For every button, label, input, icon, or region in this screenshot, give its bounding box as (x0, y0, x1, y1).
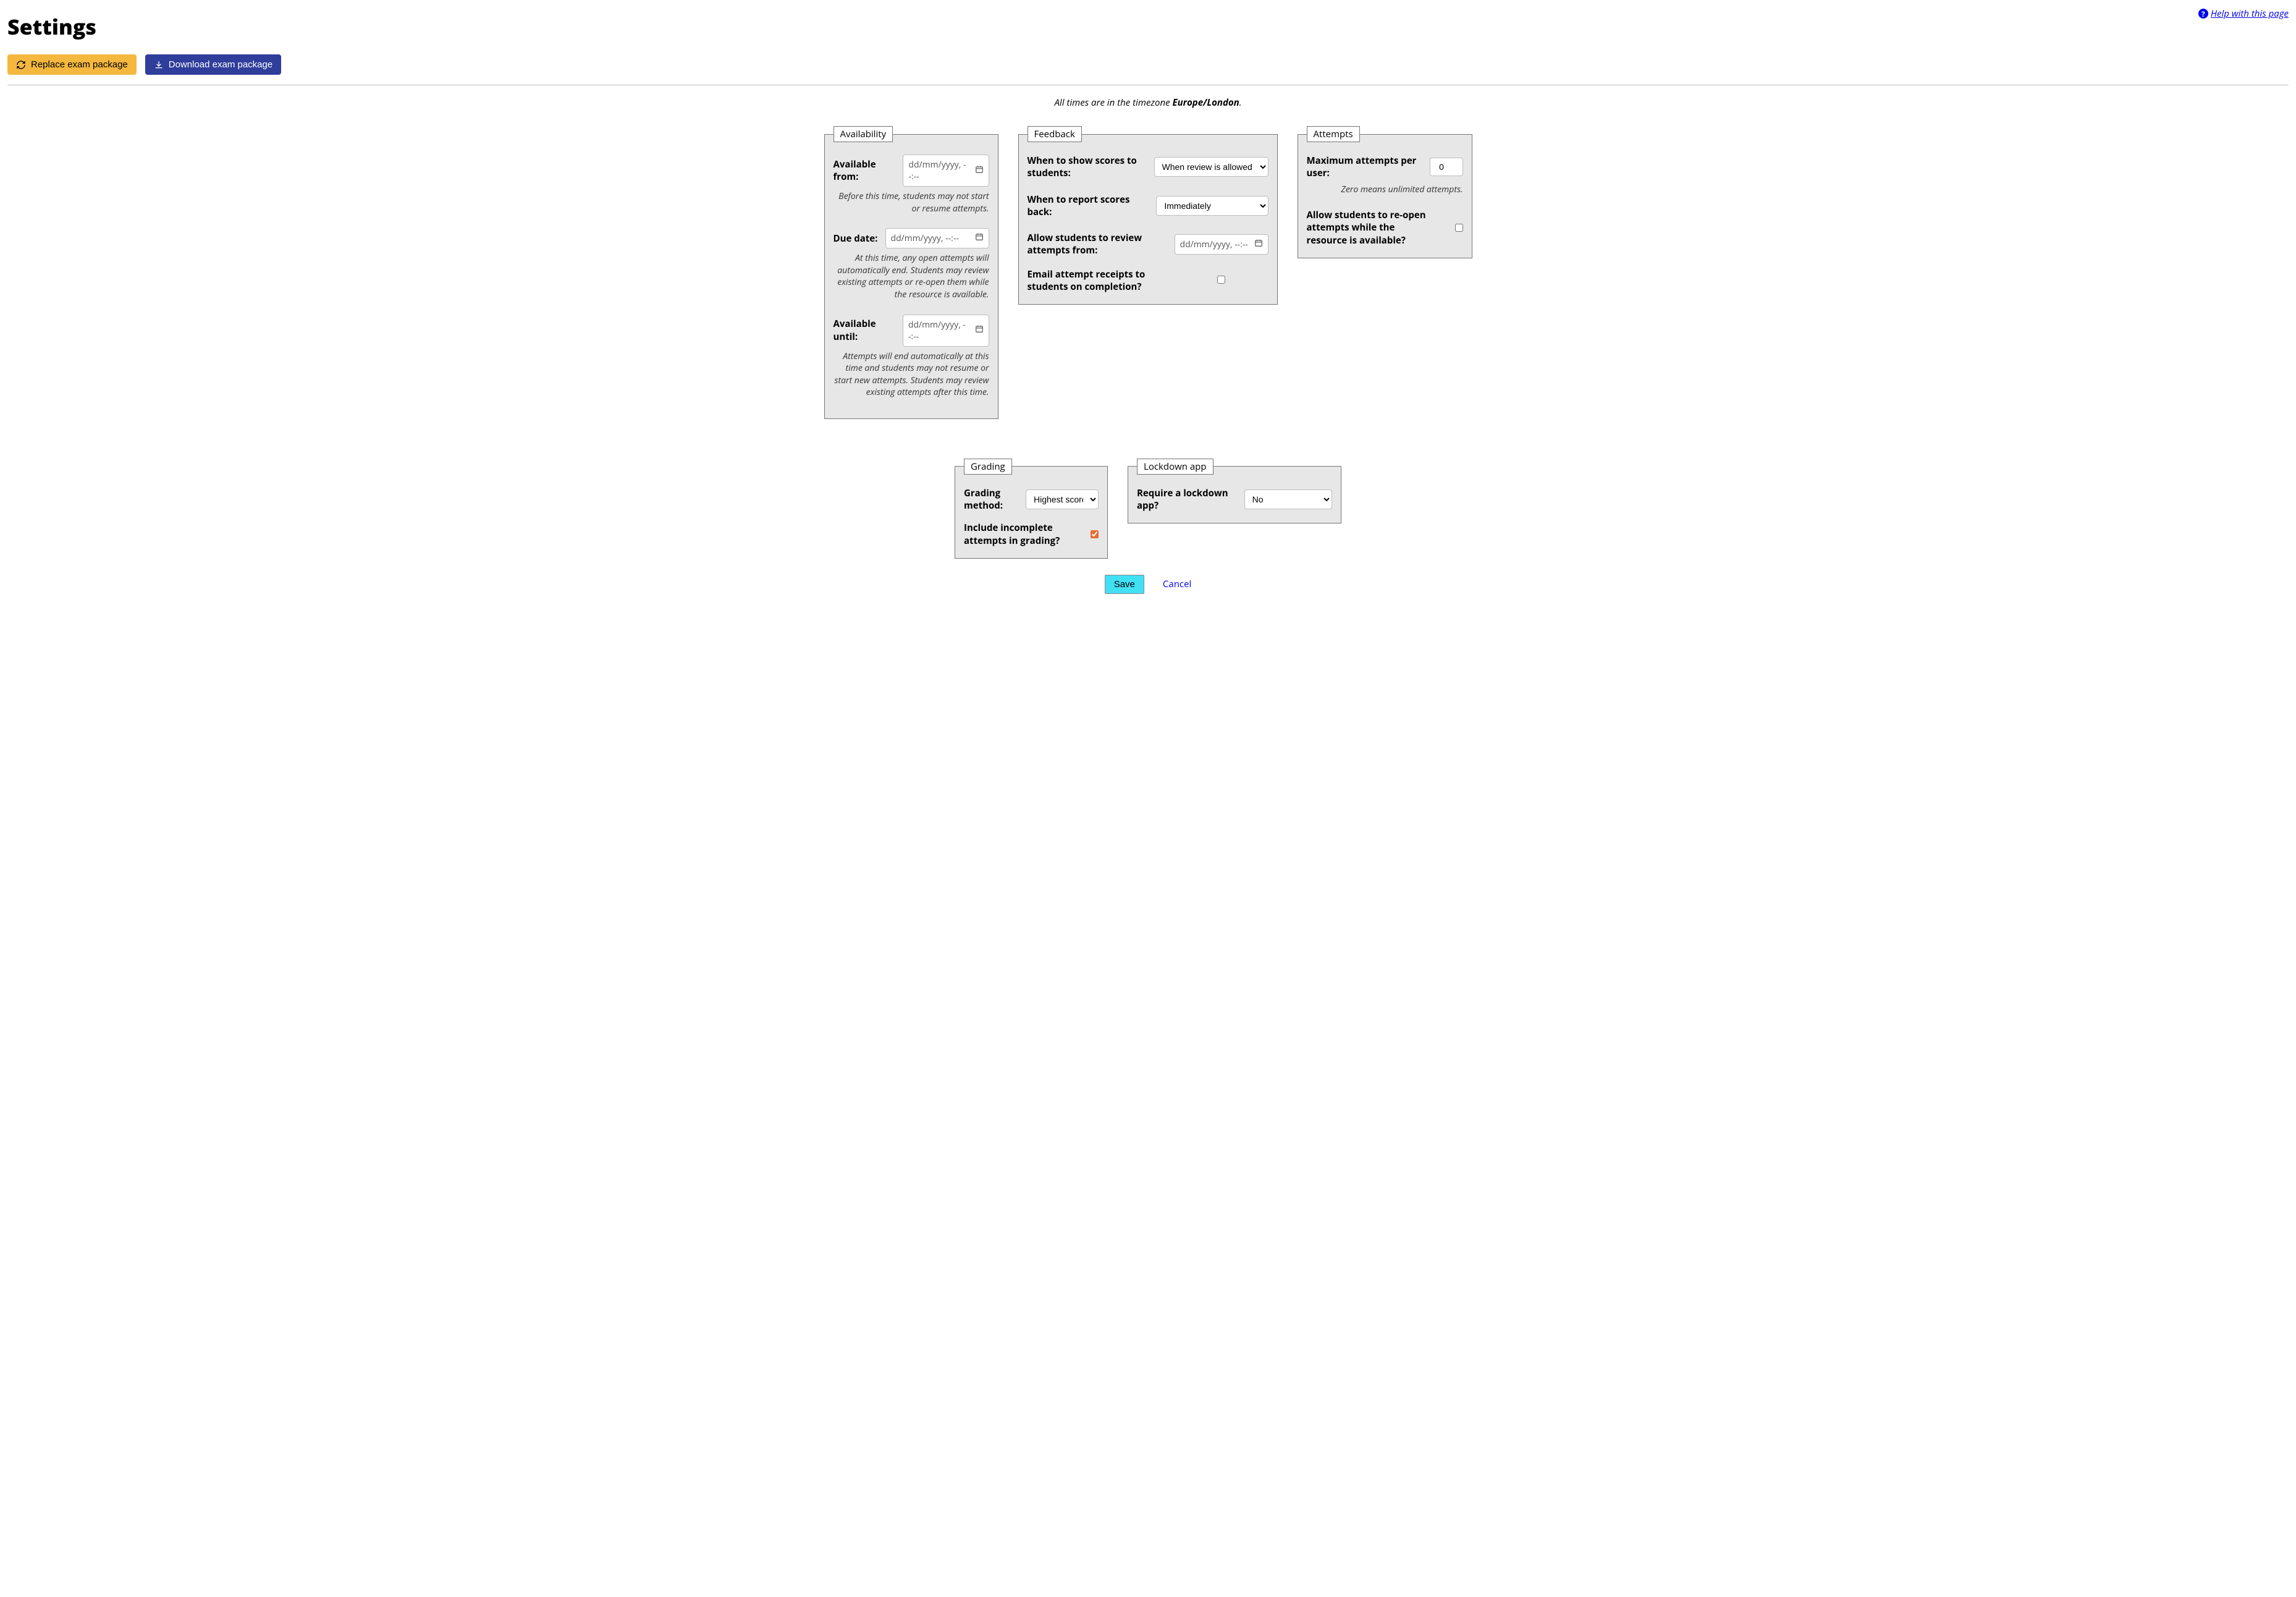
page-title: Settings (7, 12, 96, 41)
available-from-input[interactable]: dd/mm/yyyy, --:-- (903, 155, 989, 187)
require-lockdown-label: Require a lockdown app? (1137, 487, 1238, 512)
download-icon (154, 60, 164, 70)
availability-legend: Availability (834, 126, 893, 142)
available-from-label: Available from: (834, 158, 897, 184)
due-date-hint: At this time, any open attempts will aut… (834, 252, 989, 300)
calendar-icon (975, 165, 984, 177)
require-lockdown-select[interactable]: No (1244, 489, 1332, 509)
help-link-text: Help with this page (2211, 7, 2289, 20)
feedback-fieldset: Feedback When to show scores to students… (1018, 126, 1278, 305)
reopen-attempts-checkbox[interactable] (1455, 224, 1463, 232)
report-scores-label: When to report scores back: (1028, 193, 1150, 219)
max-attempts-label: Maximum attempts per user: (1307, 155, 1424, 180)
calendar-icon (975, 232, 984, 244)
max-attempts-input[interactable] (1430, 158, 1463, 176)
include-incomplete-checkbox[interactable] (1091, 530, 1099, 538)
reopen-attempts-label: Allow students to re-open attempts while… (1307, 209, 1437, 247)
available-until-placeholder: dd/mm/yyyy, --:-- (908, 319, 971, 342)
available-from-hint: Before this time, students may not start… (834, 190, 989, 214)
package-actions: Replace exam package Download exam packa… (7, 54, 2289, 75)
help-link[interactable]: ? Help with this page (2198, 7, 2289, 20)
replace-package-button[interactable]: Replace exam package (7, 54, 137, 75)
grading-method-label: Grading method: (964, 487, 1019, 512)
available-until-hint: Attempts will end automatically at this … (834, 350, 989, 399)
email-receipts-label: Email attempt receipts to students on co… (1028, 268, 1163, 294)
show-scores-select[interactable]: When review is allowed (1154, 157, 1268, 177)
timezone-note: All times are in the timezone Europe/Lon… (7, 96, 2289, 109)
calendar-icon (1254, 239, 1263, 250)
lockdown-legend: Lockdown app (1137, 459, 1213, 475)
due-date-placeholder: dd/mm/yyyy, --:-- (891, 232, 959, 244)
review-from-input[interactable]: dd/mm/yyyy, --:-- (1175, 234, 1268, 255)
review-from-placeholder: dd/mm/yyyy, --:-- (1180, 239, 1248, 250)
grading-fieldset: Grading Grading method: Highest score In… (955, 459, 1108, 559)
calendar-icon (975, 324, 984, 336)
download-package-label: Download exam package (169, 59, 272, 70)
availability-fieldset: Availability Available from: dd/mm/yyyy,… (824, 126, 998, 419)
available-until-label: Available until: (834, 318, 897, 343)
help-icon: ? (2198, 9, 2208, 19)
available-until-input[interactable]: dd/mm/yyyy, --:-- (903, 315, 989, 347)
grading-legend: Grading (964, 459, 1012, 475)
replace-package-label: Replace exam package (31, 59, 128, 70)
due-date-label: Due date: (834, 232, 878, 245)
due-date-input[interactable]: dd/mm/yyyy, --:-- (885, 228, 989, 248)
report-scores-select[interactable]: Immediately (1156, 196, 1268, 216)
available-from-placeholder: dd/mm/yyyy, --:-- (908, 159, 971, 182)
refresh-icon (16, 60, 26, 70)
review-from-label: Allow students to review attempts from: (1028, 232, 1163, 257)
show-scores-label: When to show scores to students: (1028, 155, 1148, 180)
save-button[interactable]: Save (1105, 575, 1144, 594)
include-incomplete-label: Include incomplete attempts in grading? (964, 522, 1081, 547)
feedback-legend: Feedback (1028, 126, 1082, 142)
lockdown-fieldset: Lockdown app Require a lockdown app? No (1128, 459, 1341, 524)
download-package-button[interactable]: Download exam package (145, 54, 281, 75)
attempts-legend: Attempts (1307, 126, 1360, 142)
max-attempts-hint: Zero means unlimited attempts. (1307, 184, 1463, 196)
email-receipts-checkbox[interactable] (1217, 276, 1225, 284)
grading-method-select[interactable]: Highest score (1026, 489, 1099, 509)
attempts-fieldset: Attempts Maximum attempts per user: Zero… (1298, 126, 1472, 258)
cancel-link[interactable]: Cancel (1163, 578, 1191, 590)
